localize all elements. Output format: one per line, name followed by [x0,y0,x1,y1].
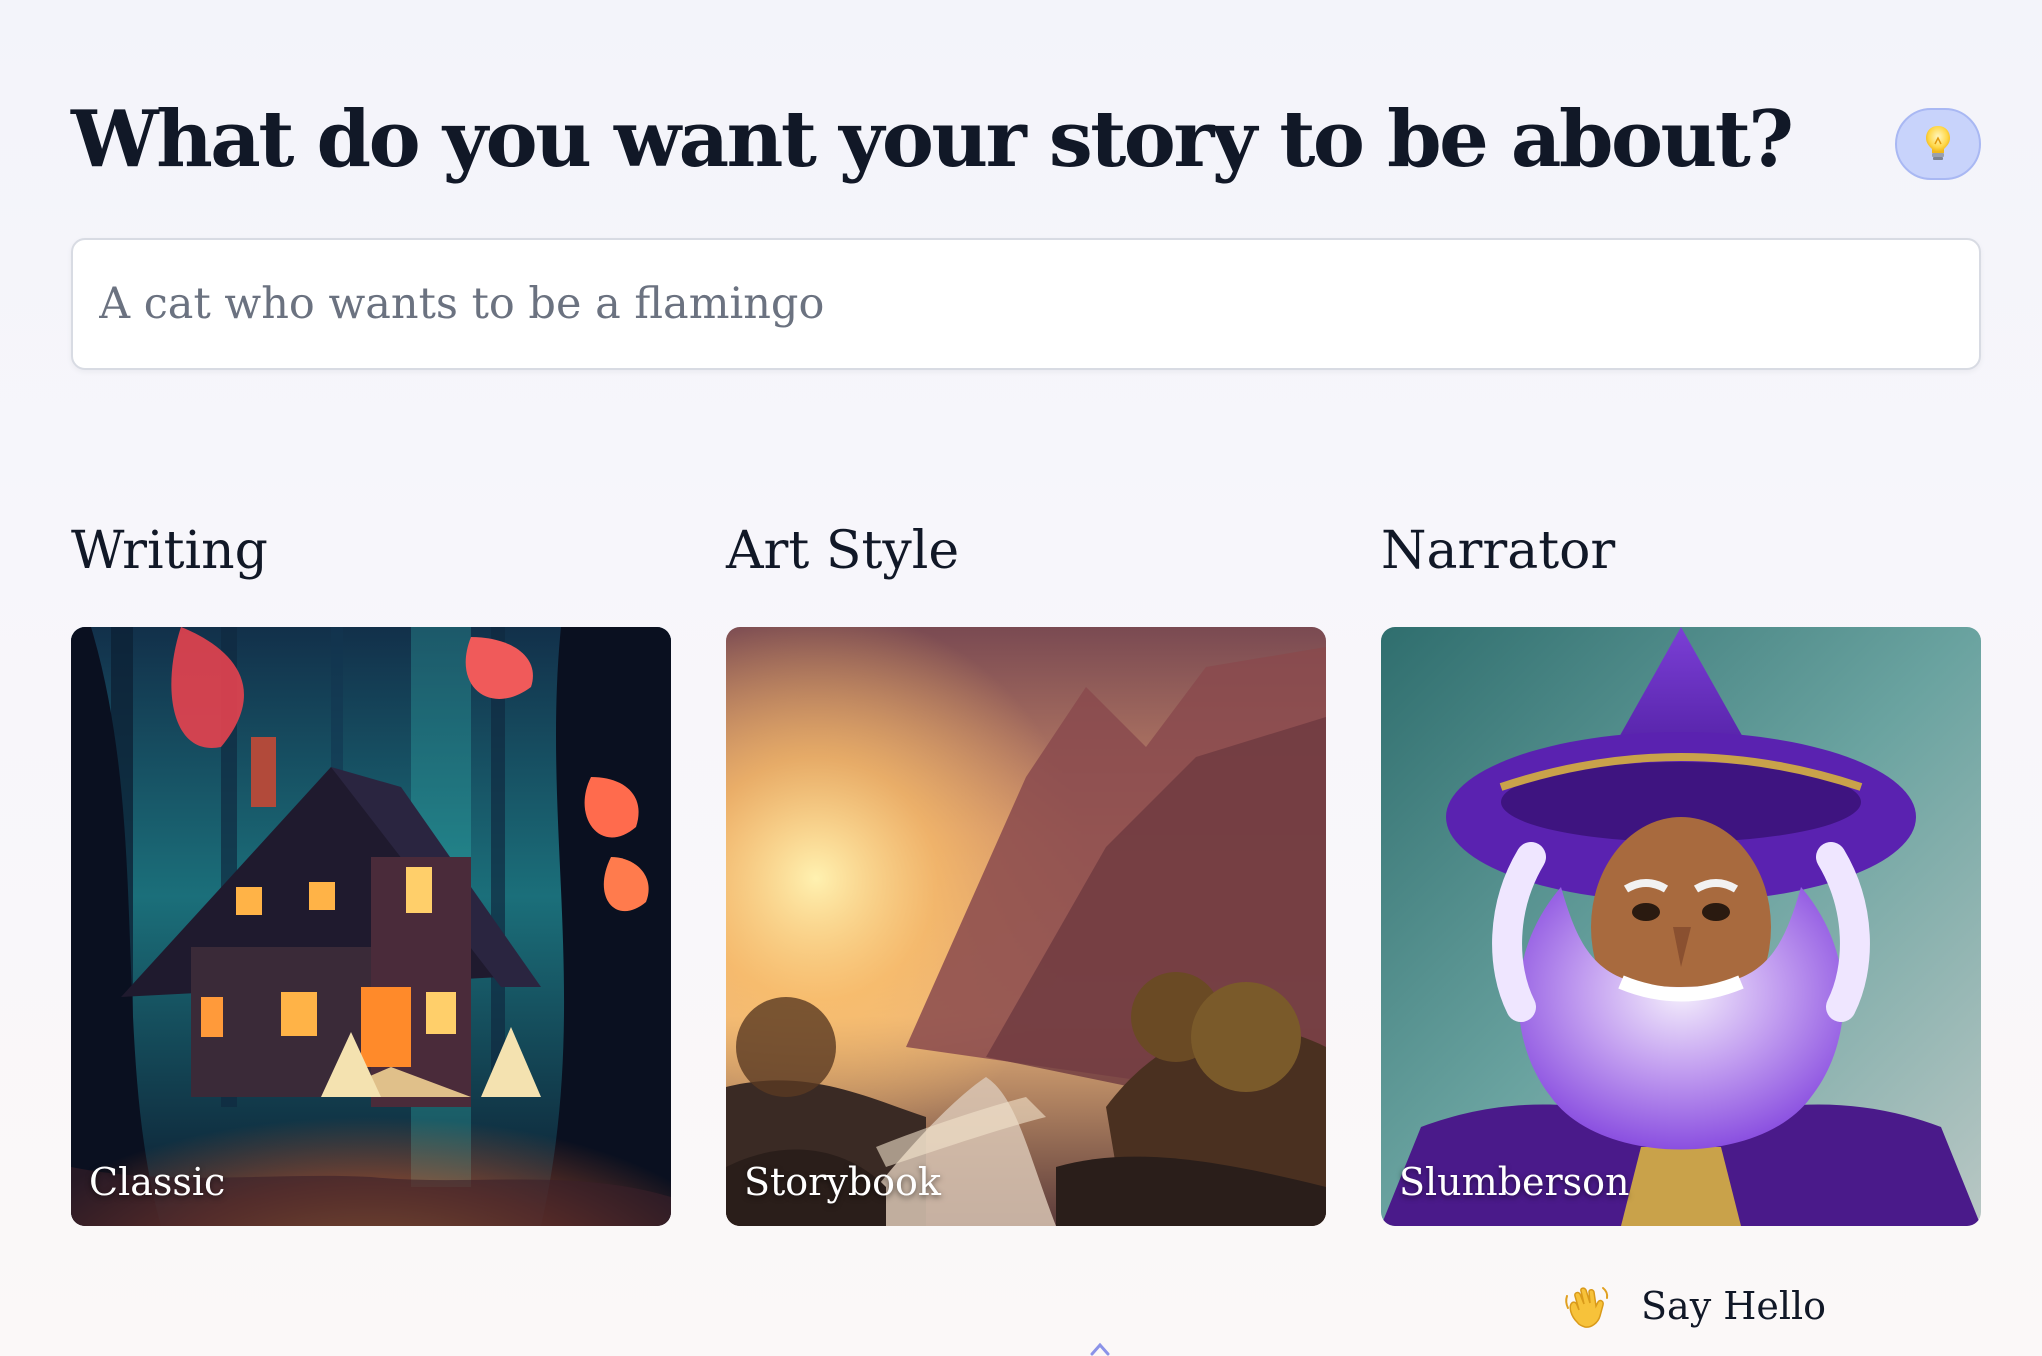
story-setup-page: What do you want your story to be about? [71,0,1981,1356]
writing-option: Writing Classic [71,516,671,1226]
say-hello-button[interactable]: Say Hello [1563,1278,1826,1334]
art-style-selected-label: Storybook [744,1160,941,1204]
story-prompt-box[interactable] [71,238,1981,370]
chevron-up-icon[interactable] [1089,1342,1111,1356]
say-hello-label: Say Hello [1641,1284,1827,1328]
art-style-option: Art Style Storybook [726,516,1326,1226]
story-options: Writing Classic Art Style Storybook Narr… [71,516,1981,1226]
narrator-section-title: Narrator [1381,521,1616,581]
wizard-portrait-image [1381,627,1981,1226]
art-style-card[interactable]: Storybook [726,627,1326,1226]
lightbulb-icon [1926,126,1950,160]
narrator-option: Narrator Slumberson [1381,516,1981,1226]
page-header: What do you want your story to be about? [71,80,1981,200]
waving-hand-icon [1565,1287,1609,1328]
valley-landscape-image [726,627,1326,1226]
writing-section-title: Writing [71,521,268,581]
narrator-selected-label: Slumberson [1399,1160,1630,1204]
story-prompt-input[interactable] [73,240,1979,368]
art-style-section-title: Art Style [726,521,960,581]
writing-selected-label: Classic [89,1160,226,1204]
writing-card[interactable]: Classic [71,627,671,1226]
idea-button[interactable] [1895,108,1981,180]
narrator-card[interactable]: Slumberson [1381,627,1981,1226]
page-title: What do you want your story to be about? [71,94,1794,185]
forest-cottage-image [71,627,671,1226]
